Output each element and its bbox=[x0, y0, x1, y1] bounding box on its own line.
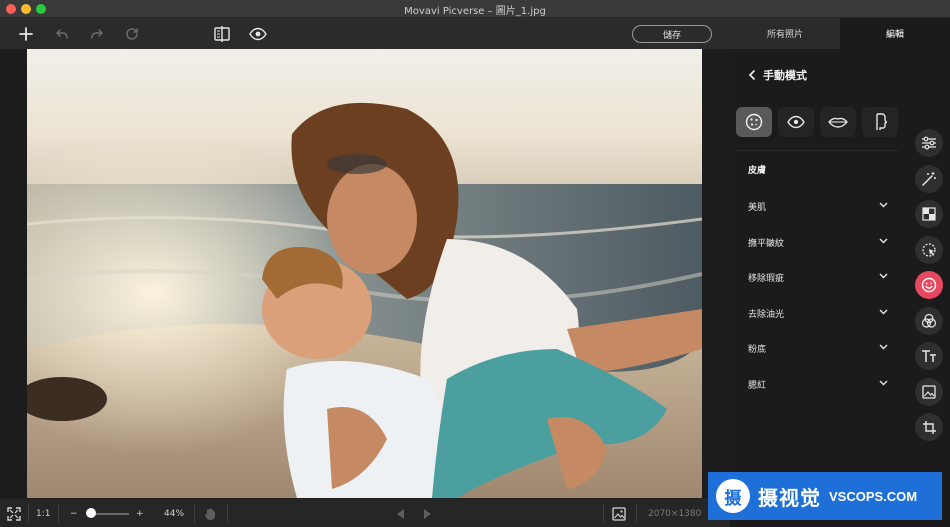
section-title-skin: 皮膚 bbox=[748, 166, 767, 176]
window-title: Movavi Picverse – 圖片_1.jpg bbox=[404, 6, 546, 17]
save-button[interactable]: 儲存 bbox=[632, 25, 712, 43]
prev-icon[interactable] bbox=[395, 499, 405, 527]
chevron-down-icon[interactable] bbox=[879, 308, 888, 318]
chevron-left-icon[interactable] bbox=[748, 70, 756, 80]
chevron-down-icon[interactable] bbox=[879, 201, 888, 211]
chevron-down-icon[interactable] bbox=[879, 379, 888, 389]
panel-header[interactable]: 手動模式 bbox=[748, 67, 807, 83]
row-remove-shine[interactable]: 去除油光 bbox=[748, 303, 888, 323]
lips-mode-icon[interactable] bbox=[820, 107, 856, 137]
background-icon[interactable] bbox=[915, 200, 943, 228]
image-icon[interactable] bbox=[612, 499, 626, 527]
retouch-face-icon[interactable] bbox=[915, 271, 943, 299]
fit-screen-icon[interactable] bbox=[7, 499, 21, 527]
skin-mode-icon[interactable] bbox=[736, 107, 772, 137]
tab-all-photos[interactable]: 所有照片 bbox=[730, 18, 840, 49]
watermark-site: VSCOPS.COM bbox=[829, 488, 918, 504]
watermark-brand: 摄视觉 bbox=[758, 485, 821, 510]
mode-selector bbox=[736, 107, 898, 139]
watermark-banner: 摄 摄视觉 VSCOPS.COM bbox=[708, 472, 942, 520]
divider bbox=[603, 504, 604, 523]
chevron-down-icon[interactable] bbox=[879, 272, 888, 282]
row-label: 撫平皺紋 bbox=[748, 238, 785, 249]
image-dimensions: 2070×1380 bbox=[648, 508, 702, 519]
face-profile-mode-icon[interactable] bbox=[862, 107, 898, 137]
chevron-down-icon[interactable] bbox=[879, 237, 888, 247]
beach-photo bbox=[27, 49, 702, 498]
row-label: 移除瑕疵 bbox=[748, 273, 785, 284]
zoom-out-button[interactable]: − bbox=[70, 499, 78, 527]
panel-title: 手動模式 bbox=[763, 69, 807, 82]
watermark-logo: 摄 bbox=[716, 479, 750, 513]
row-smooth-wrinkles[interactable]: 撫平皺紋 bbox=[748, 232, 888, 252]
divider bbox=[736, 150, 898, 151]
row-remove-blemishes[interactable]: 移除瑕疵 bbox=[748, 267, 888, 287]
object-select-icon[interactable] bbox=[915, 236, 943, 264]
row-label: 去除油光 bbox=[748, 309, 785, 320]
adjust-sliders-icon[interactable] bbox=[915, 129, 943, 157]
compare-icon[interactable] bbox=[211, 23, 233, 45]
top-toolbar: 儲存 所有照片 編輯 bbox=[0, 18, 950, 49]
crop-icon[interactable] bbox=[915, 413, 943, 441]
row-label: 美肌 bbox=[748, 202, 767, 213]
row-label: 粉底 bbox=[748, 344, 767, 355]
row-smooth-skin[interactable]: 美肌 bbox=[748, 196, 888, 216]
image-insert-icon[interactable] bbox=[915, 378, 943, 406]
row-foundation[interactable]: 粉底 bbox=[748, 338, 888, 358]
eye-icon[interactable] bbox=[247, 23, 269, 45]
text-icon[interactable] bbox=[915, 342, 943, 370]
canvas-area bbox=[0, 49, 730, 498]
tool-rail bbox=[910, 49, 950, 527]
zoom-in-button[interactable]: + bbox=[136, 499, 144, 527]
magic-wand-icon[interactable] bbox=[915, 165, 943, 193]
divider bbox=[194, 504, 195, 523]
actual-size-button[interactable]: 1:1 bbox=[36, 499, 50, 527]
zoom-level: 44% bbox=[164, 508, 185, 519]
zoom-slider-handle[interactable] bbox=[86, 508, 97, 518]
divider bbox=[28, 504, 29, 523]
row-label: 腮紅 bbox=[748, 380, 767, 391]
row-blush[interactable]: 腮紅 bbox=[748, 374, 888, 394]
bottom-bar: 1:1 − + 44% 2070×1380 bbox=[0, 498, 730, 527]
color-circles-icon[interactable] bbox=[915, 307, 943, 335]
plus-icon[interactable] bbox=[15, 23, 37, 45]
title-bar: Movavi Picverse – 圖片_1.jpg bbox=[0, 0, 950, 18]
divider bbox=[227, 504, 228, 523]
divider bbox=[636, 504, 637, 523]
redo-icon[interactable] bbox=[86, 23, 108, 45]
hand-icon[interactable] bbox=[203, 499, 217, 527]
chevron-down-icon[interactable] bbox=[879, 343, 888, 353]
app-window: Movavi Picverse – 圖片_1.jpg 儲存 所有照片 編輯 1:… bbox=[0, 0, 950, 527]
divider bbox=[58, 504, 59, 523]
retouch-panel: 手動模式 皮膚 美肌 撫平皺紋 移除瑕疵 去除油光 粉底 腮紅 bbox=[730, 49, 910, 527]
eye-mode-icon[interactable] bbox=[778, 107, 814, 137]
tab-edit[interactable]: 編輯 bbox=[840, 18, 950, 49]
reset-icon[interactable] bbox=[121, 23, 143, 45]
undo-icon[interactable] bbox=[51, 23, 73, 45]
next-icon[interactable] bbox=[423, 499, 433, 527]
